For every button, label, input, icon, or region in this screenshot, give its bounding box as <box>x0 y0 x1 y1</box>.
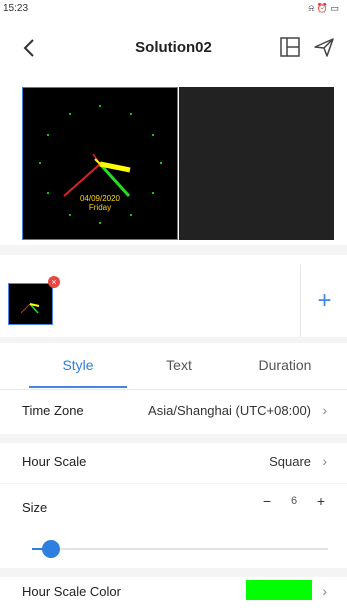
chevron-right-icon: › <box>322 402 327 418</box>
add-program-button[interactable]: + <box>301 287 347 315</box>
hour-scale-value: Square <box>269 454 311 469</box>
status-time: 15:23 <box>3 3 29 14</box>
tab-text[interactable]: Text <box>140 357 218 373</box>
status-icons: ⍾ ⏰ ▭ <box>308 3 339 13</box>
status-bar: 15:23 ⍾ ⏰ ▭ <box>0 0 347 20</box>
program-thumbnail[interactable] <box>8 283 53 325</box>
hour-scale-color-label: Hour Scale Color <box>22 584 121 599</box>
tab-duration[interactable]: Duration <box>240 357 330 373</box>
hour-scale-row[interactable]: Hour Scale Square › <box>0 443 347 483</box>
hour-scale-label: Hour Scale <box>22 454 87 469</box>
size-slider-track[interactable] <box>36 548 328 550</box>
settings-tabs: Style Text Duration <box>0 343 347 390</box>
section-divider <box>0 245 347 255</box>
clock-screen[interactable]: 04/09/2020 Friday <box>22 87 178 240</box>
size-slider-handle[interactable] <box>41 540 60 558</box>
size-increment-button[interactable]: + <box>308 488 334 514</box>
section-divider <box>0 434 347 443</box>
empty-screen[interactable] <box>179 87 334 240</box>
clock-day-text: Friday <box>89 203 111 212</box>
size-value[interactable]: 6 <box>280 488 308 514</box>
time-zone-value: Asia/Shanghai (UTC+08:00) <box>148 403 311 418</box>
send-icon[interactable] <box>313 36 335 58</box>
layout-icon[interactable] <box>279 36 301 58</box>
screen-preview: 04/09/2020 Friday <box>0 75 347 245</box>
clock-face-graphic: 04/09/2020 Friday <box>39 105 162 224</box>
time-zone-row[interactable]: Time Zone Asia/Shanghai (UTC+08:00) › <box>0 390 347 434</box>
active-tab-indicator <box>29 386 127 388</box>
size-label: Size <box>22 500 48 515</box>
program-thumbnails: × + <box>0 255 347 337</box>
hour-scale-color-swatch[interactable] <box>246 580 312 600</box>
header: Solution02 <box>0 20 347 75</box>
size-stepper: − 6 + <box>254 488 334 514</box>
thumbnail-clock-graphic <box>20 303 40 314</box>
size-decrement-button[interactable]: − <box>254 488 280 514</box>
chevron-right-icon: › <box>322 453 327 469</box>
time-zone-label: Time Zone <box>22 403 84 418</box>
tab-style[interactable]: Style <box>29 357 127 373</box>
chevron-right-icon: › <box>322 583 327 599</box>
section-divider <box>0 568 347 577</box>
add-program-area: + <box>300 265 347 337</box>
clock-date-text: 04/09/2020 <box>80 194 121 203</box>
delete-thumbnail-button[interactable]: × <box>48 276 60 288</box>
